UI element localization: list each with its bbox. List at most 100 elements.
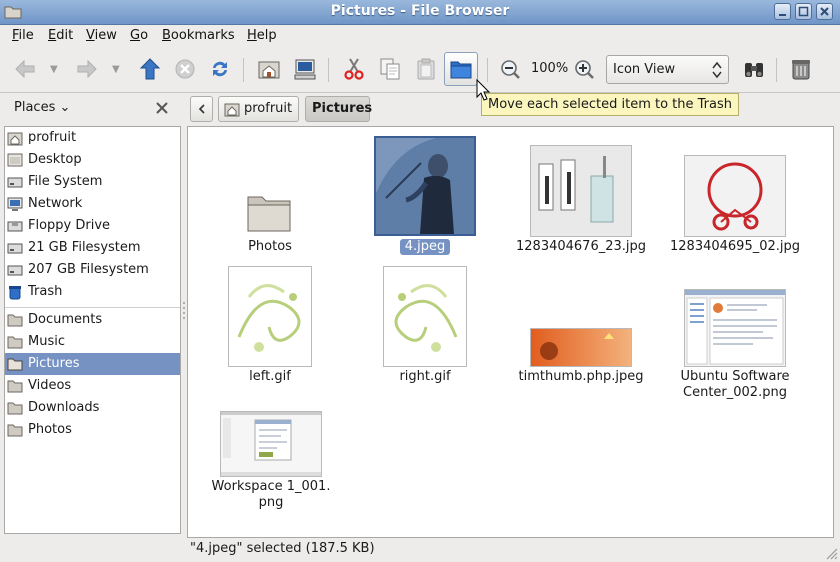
sidebar-item-207gb-filesystem[interactable]: 207 GB Filesystem xyxy=(5,259,180,281)
chevron-down-icon: ⌄ xyxy=(55,100,71,115)
sidebar-item-photos[interactable]: Photos xyxy=(5,419,180,441)
places-sidebar: profruit Desktop File System Network Flo… xyxy=(4,126,181,534)
file-name: left.gif xyxy=(249,369,291,384)
menu-go[interactable]: Go xyxy=(130,28,148,43)
paste-button[interactable] xyxy=(409,52,443,86)
copy-button[interactable] xyxy=(373,52,407,86)
image-thumbnail xyxy=(228,266,312,367)
folder-icon xyxy=(7,380,23,393)
folder-icon xyxy=(7,402,23,415)
zoom-in-button[interactable] xyxy=(567,52,601,86)
trash-icon xyxy=(9,286,21,300)
image-thumbnail xyxy=(530,145,632,237)
sidebar-item-videos[interactable]: Videos xyxy=(5,375,180,397)
computer-icon xyxy=(294,59,316,80)
photo-green-swirl-icon xyxy=(229,267,311,366)
sidebar-item-floppy-drive[interactable]: Floppy Drive xyxy=(5,215,180,237)
zoom-out-icon xyxy=(501,60,520,79)
menu-bookmarks[interactable]: Bookmarks xyxy=(162,28,235,43)
menu-file[interactable]: File xyxy=(12,28,34,43)
sidebar-item-profruit[interactable]: profruit xyxy=(5,127,180,149)
path-scroll-left-button[interactable] xyxy=(190,96,213,122)
zoom-out-button[interactable] xyxy=(493,52,527,86)
file-name: 1283404676_23.jpg xyxy=(516,239,646,254)
path-segment-home[interactable]: profruit xyxy=(218,96,299,122)
maximize-button[interactable] xyxy=(795,3,812,20)
folder-icon xyxy=(7,358,23,371)
file-browser-window: Pictures - File Browser File Edit View G… xyxy=(0,0,840,562)
forward-history-chevron-icon[interactable]: ▼ xyxy=(112,64,120,75)
resize-grip-icon[interactable] xyxy=(824,546,838,560)
sidebar-item-downloads[interactable]: Downloads xyxy=(5,397,180,419)
view-mode-select[interactable]: Icon View xyxy=(606,55,729,84)
close-icon xyxy=(820,7,829,16)
minimize-button[interactable] xyxy=(774,3,791,20)
sidebar-item-desktop[interactable]: Desktop xyxy=(5,149,180,171)
up-button[interactable] xyxy=(133,52,167,86)
sidebar-item-music[interactable]: Music xyxy=(5,331,180,353)
home-icon xyxy=(7,132,23,146)
back-history-chevron-icon[interactable]: ▼ xyxy=(50,64,58,75)
sidebar-item-pictures[interactable]: Pictures xyxy=(5,353,180,375)
computer-button[interactable] xyxy=(288,52,322,86)
menu-help[interactable]: Help xyxy=(247,28,277,43)
file-name: Center_002.png xyxy=(683,385,787,400)
file-icon-view: Photos 4.jpeg 1283404676_23.jpg 12834046… xyxy=(187,126,834,538)
folder-icon xyxy=(7,314,23,327)
pane-resize-grip-icon[interactable] xyxy=(182,300,186,320)
menu-edit[interactable]: Edit xyxy=(48,28,73,43)
sidebar-item-documents[interactable]: Documents xyxy=(5,309,180,331)
path-segment-current[interactable]: Pictures xyxy=(305,96,372,122)
file-name: right.gif xyxy=(399,369,451,384)
image-thumbnail xyxy=(684,289,786,367)
forward-arrow-icon xyxy=(77,59,97,79)
cut-button[interactable] xyxy=(337,52,371,86)
trash-button[interactable] xyxy=(784,52,818,86)
menu-view[interactable]: View xyxy=(86,28,117,43)
file-name: 4.jpeg xyxy=(400,239,450,255)
back-button[interactable] xyxy=(8,52,42,86)
close-side-pane-icon[interactable] xyxy=(155,101,169,115)
view-mode-value: Icon View xyxy=(613,62,676,77)
photo-woman-umbrella-icon xyxy=(376,138,474,234)
updown-arrows-icon xyxy=(712,61,722,79)
stop-button[interactable] xyxy=(168,52,202,86)
chevron-left-icon xyxy=(198,104,205,114)
folder-icon xyxy=(247,196,291,232)
forward-button[interactable] xyxy=(70,52,104,86)
title-bar[interactable]: Pictures - File Browser xyxy=(0,0,840,25)
status-bar: "4.jpeg" selected (187.5 KB) xyxy=(0,538,840,562)
zoom-level-label[interactable]: 100% xyxy=(531,61,568,76)
places-dropdown[interactable]: Places ⌄ xyxy=(14,100,70,115)
file-name: timthumb.php.jpeg xyxy=(518,369,644,384)
close-window-button[interactable] xyxy=(816,3,833,20)
reload-button[interactable] xyxy=(203,52,237,86)
drive-icon xyxy=(7,265,23,276)
network-icon xyxy=(7,197,23,211)
drive-icon xyxy=(7,177,23,188)
image-thumbnail xyxy=(220,411,322,477)
file-name: Photos xyxy=(248,239,292,254)
back-arrow-icon xyxy=(15,59,35,79)
file-name: 1283404695_02.jpg xyxy=(670,239,800,254)
file-name: Ubuntu Software xyxy=(680,369,790,384)
sidebar-item-21gb-filesystem[interactable]: 21 GB Filesystem xyxy=(5,237,180,259)
toolbar: ▼ ▼ 100% Icon View xyxy=(0,48,840,93)
file-name: Workspace 1_001. xyxy=(211,479,331,494)
minimize-icon xyxy=(779,14,786,16)
file-name: png xyxy=(258,495,284,510)
trash-can-icon xyxy=(792,60,810,80)
scissors-icon xyxy=(344,58,364,80)
drive-icon xyxy=(7,243,23,254)
image-thumbnail xyxy=(530,328,632,367)
sidebar-item-trash[interactable]: Trash xyxy=(5,281,180,303)
sidebar-item-network[interactable]: Network xyxy=(5,193,180,215)
tooltip: Move each selected item to the Trash xyxy=(481,93,739,116)
folder-icon xyxy=(7,424,23,437)
move-to-trash-button[interactable] xyxy=(444,52,478,86)
sidebar-item-file-system[interactable]: File System xyxy=(5,171,180,193)
home-button[interactable] xyxy=(252,52,286,86)
search-button[interactable] xyxy=(737,52,771,86)
up-arrow-icon xyxy=(139,58,161,80)
screenshot-software-center-icon xyxy=(685,290,785,366)
